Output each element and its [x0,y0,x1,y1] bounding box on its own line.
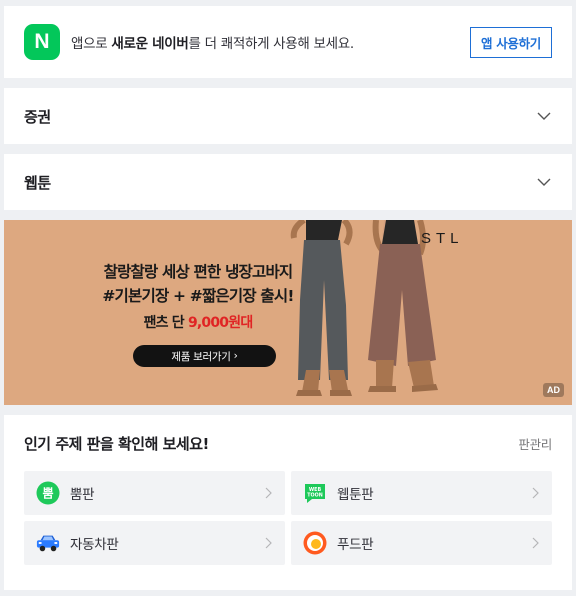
car-icon [36,531,60,555]
popular-topics-panel: 인기 주제 판을 확인해 보세요! 판관리 뿜 뿜판 WEB TOON 웹툰판 자… [4,415,572,590]
topic-tile-car[interactable]: 자동차판 [24,521,285,565]
topic-tile-bbom[interactable]: 뿜 뿜판 [24,471,285,515]
naver-logo-icon: N [24,24,60,60]
chevron-right-icon [532,537,539,549]
ad-cta-button[interactable]: 제품 보러가기 › [133,345,276,367]
bbom-icon: 뿜 [36,481,60,505]
ad-price: 9,000원대 [187,315,253,331]
chevron-down-icon [537,112,551,120]
chevron-right-icon [265,537,272,549]
webtoon-icon: WEB TOON [303,481,327,505]
topics-title: 인기 주제 판을 확인해 보세요! [24,435,209,453]
brand-logo: STL [421,230,464,247]
section-title-webtoon: 웹툰 [24,173,51,192]
chevron-right-icon [265,487,272,499]
topic-tile-food[interactable]: 푸드판 [291,521,552,565]
stock-section-header[interactable]: 증권 [4,88,572,144]
app-banner-text: 앱으로 새로운 네이버를 더 쾌적하게 사용해 보세요. [71,36,354,52]
app-download-banner: N 앱으로 새로운 네이버를 더 쾌적하게 사용해 보세요. 앱 사용하기 [4,6,572,78]
section-title-stock: 증권 [24,107,51,126]
webtoon-section-header[interactable]: 웹툰 [4,154,572,210]
svg-text:WEB: WEB [309,487,322,493]
food-icon [303,531,327,555]
tile-label: 뿜판 [70,487,95,503]
tile-label: 웹툰판 [337,487,374,503]
topic-tile-webtoon[interactable]: WEB TOON 웹툰판 [291,471,552,515]
ad-badge: AD [543,383,564,397]
chevron-down-icon [537,178,551,186]
manage-panels-link[interactable]: 판관리 [518,434,552,453]
advertisement-banner[interactable]: 찰랑찰랑 세상 편한 냉장고바지 #기본기장 + #짧은기장 출시! 팬츠 단 … [4,220,572,405]
svg-text:TOON: TOON [307,493,322,499]
tile-label: 푸드판 [337,537,374,553]
use-app-button[interactable]: 앱 사용하기 [469,26,552,58]
chevron-right-icon [532,487,539,499]
tile-label: 자동차판 [70,537,119,553]
ad-model-image [290,220,438,396]
svg-text:뿜: 뿜 [42,487,53,501]
